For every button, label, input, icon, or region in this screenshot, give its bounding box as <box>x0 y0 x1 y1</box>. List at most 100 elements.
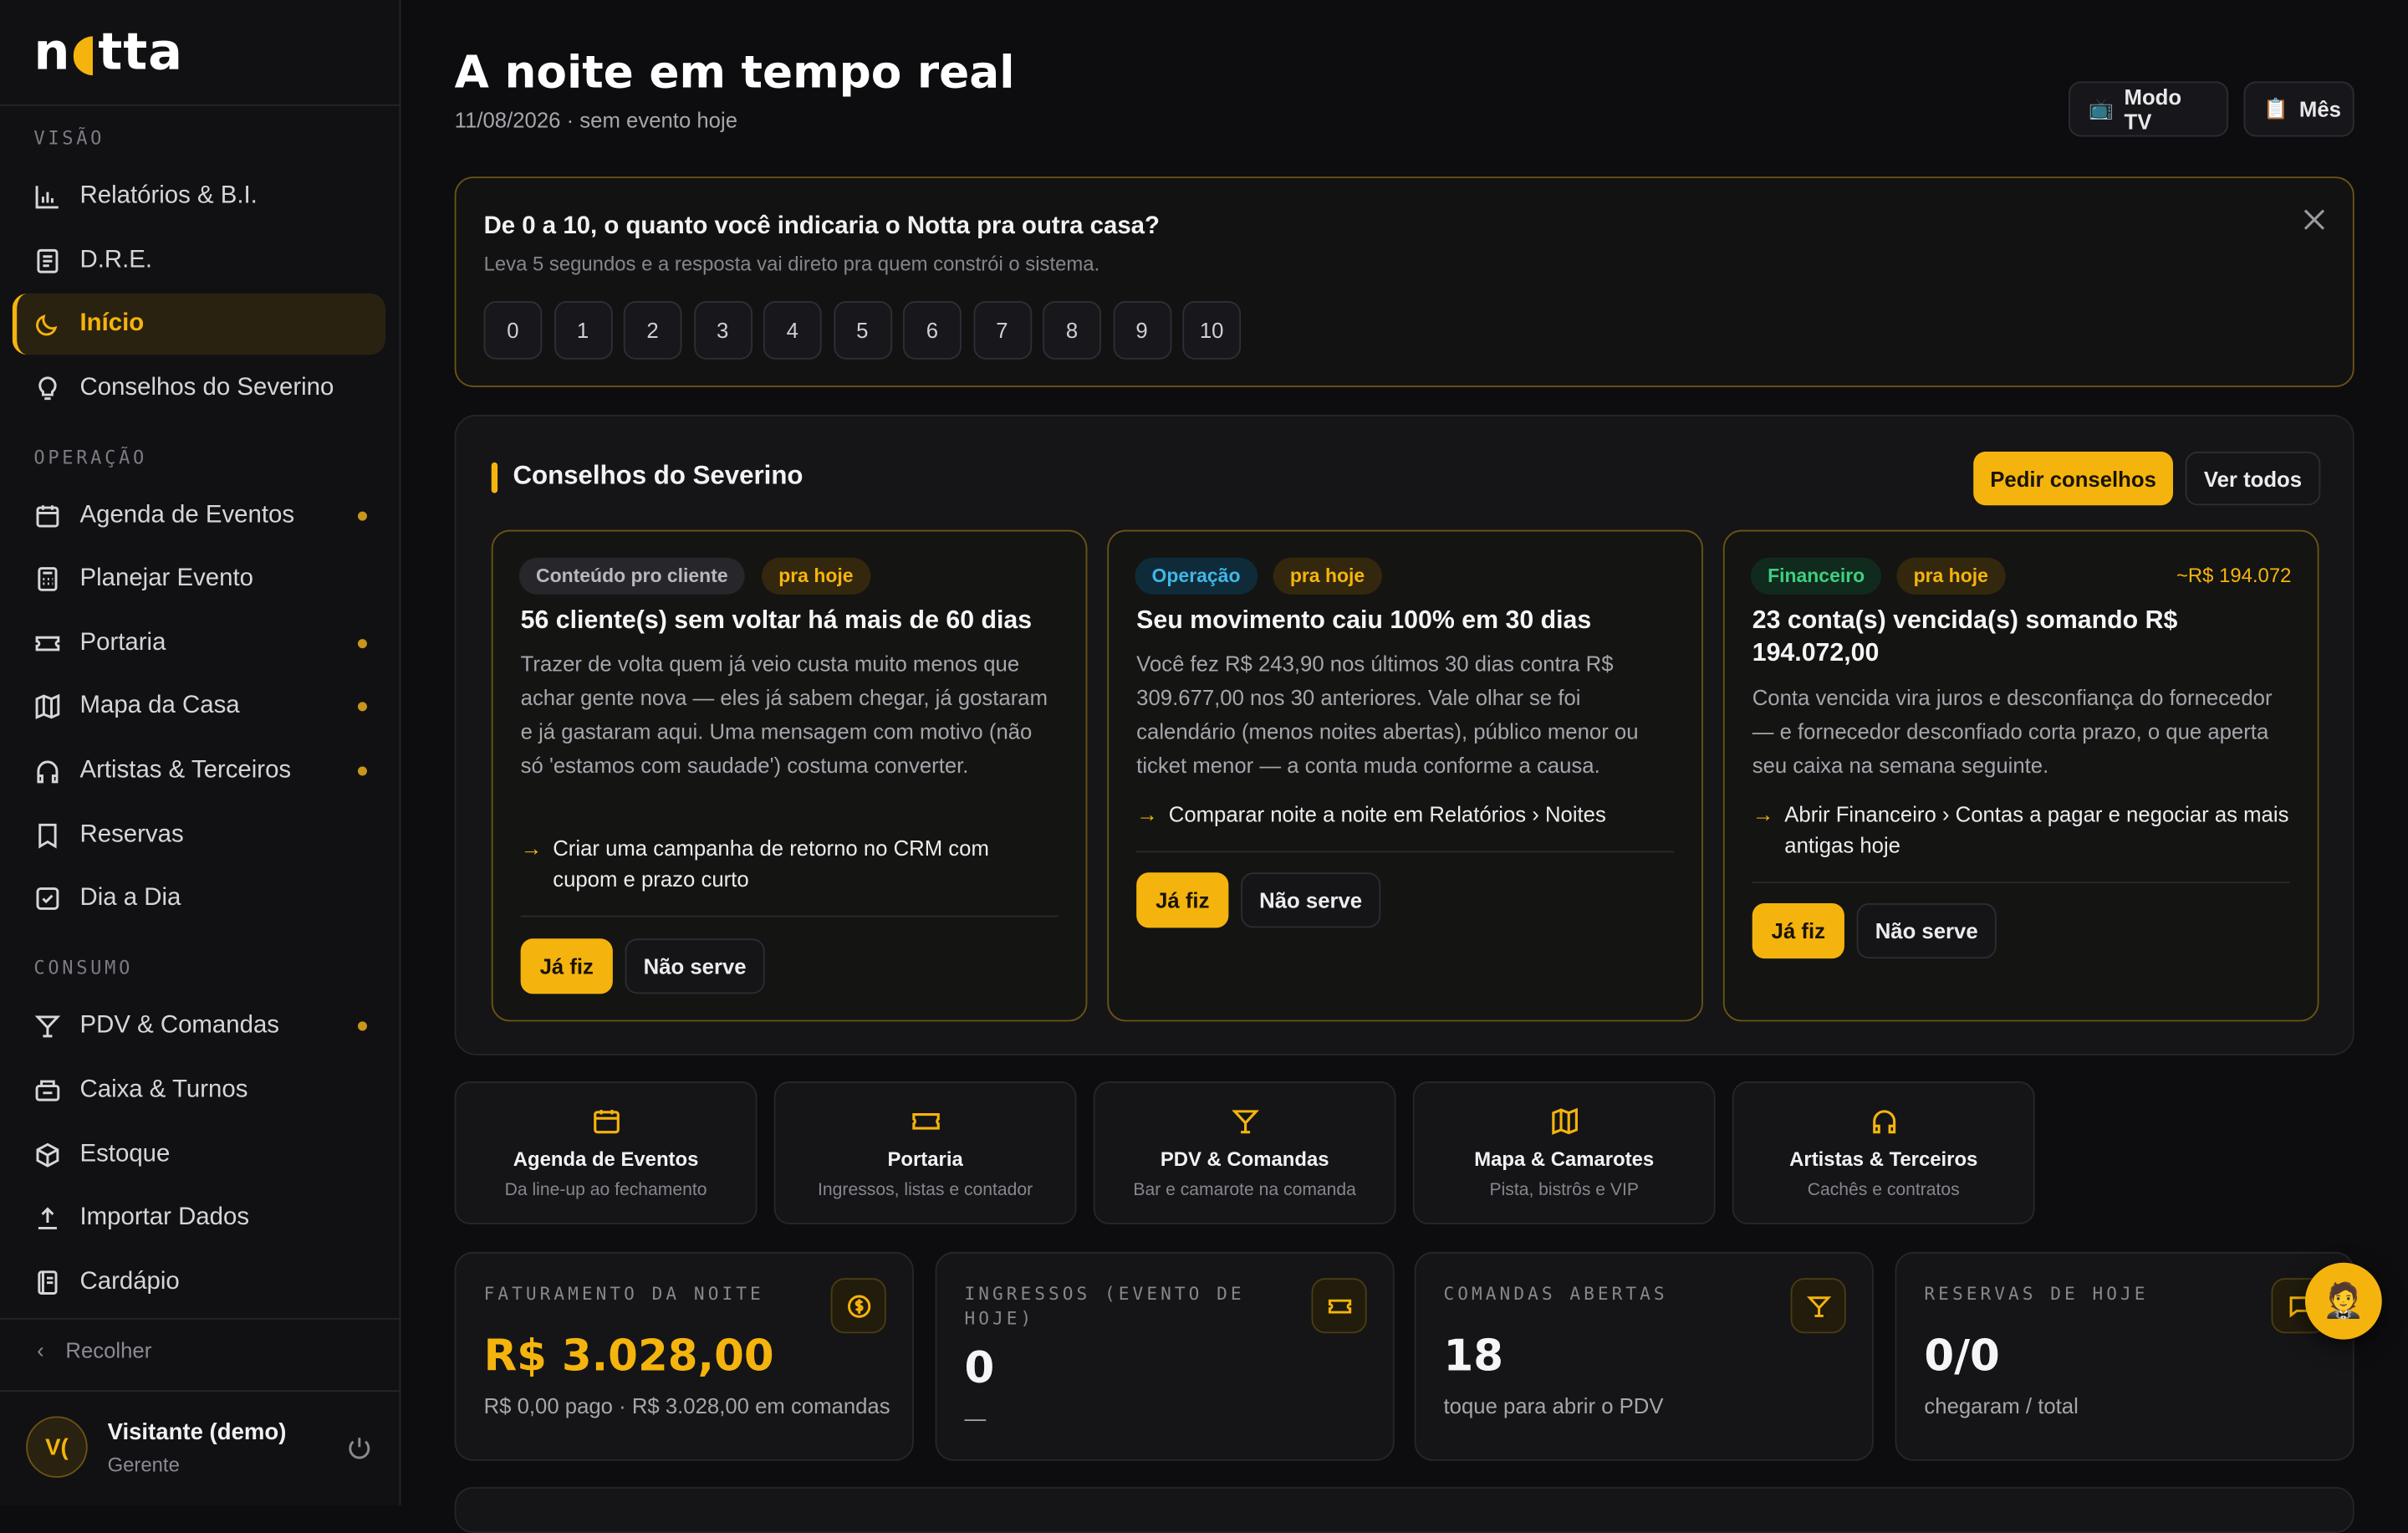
advice-action-text: Abrir Financeiro › Contas a pagar e nego… <box>1784 801 2289 857</box>
sidebar-item-inicio[interactable]: Início <box>12 293 386 355</box>
kpi-card-reservations[interactable]: RESERVAS DE HOJE 0/0 chegaram / total <box>1895 1251 2354 1461</box>
nps-score-button[interactable]: 3 <box>693 300 752 360</box>
accent-bar <box>491 462 498 493</box>
kpi-value: 18 <box>1443 1330 1504 1382</box>
collapse-label: Recolher <box>65 1337 152 1363</box>
done-button[interactable]: Já fiz <box>520 938 613 994</box>
sidebar-item-pdv[interactable]: PDV & Comandas <box>13 995 385 1056</box>
quick-link-portaria[interactable]: Portaria Ingressos, listas e contador <box>773 1081 1077 1224</box>
map-icon <box>33 692 61 720</box>
month-button[interactable]: 📋 Mês <box>2243 81 2354 137</box>
sidebar-item-label: Importar Dados <box>79 1203 250 1231</box>
advice-headline: 23 conta(s) vencida(s) somando R$ 194.07… <box>1752 606 2178 667</box>
kpi-card-revenue[interactable]: FATURAMENTO DA NOITE R$ 3.028,00 R$ 0,00… <box>454 1251 914 1461</box>
notification-dot <box>357 639 367 649</box>
close-icon[interactable] <box>2300 206 2328 233</box>
sidebar-item-dia-a-dia[interactable]: Dia a Dia <box>13 868 385 929</box>
calendar-icon <box>591 1106 622 1137</box>
dismiss-button[interactable]: Não serve <box>1856 902 1997 959</box>
kpi-value: 0/0 <box>1924 1330 2000 1382</box>
quick-link-artistas[interactable]: Artistas & Terceiros Cachês e contratos <box>1732 1081 2035 1224</box>
cocktail-icon <box>1230 1106 1261 1137</box>
kpi-label: INGRESSOS (EVENTO DE HOJE) <box>964 1282 1245 1329</box>
sidebar-item-label: D.R.E. <box>79 247 153 273</box>
nps-score-button[interactable]: 6 <box>902 300 962 360</box>
nps-score-button[interactable]: 4 <box>763 300 822 360</box>
nps-score-button[interactable]: 10 <box>1182 300 1242 360</box>
advice-action[interactable]: → Abrir Financeiro › Contas a pagar e neg… <box>1752 799 2290 860</box>
power-icon[interactable] <box>345 1435 373 1463</box>
sidebar-item-label: PDV & Comandas <box>79 1012 279 1039</box>
divider <box>1136 851 1675 853</box>
ask-advice-button[interactable]: Pedir conselhos <box>1973 451 2173 506</box>
kpi-subtext: R$ 0,00 pago · R$ 3.028,00 em comandas <box>483 1392 890 1418</box>
sidebar-item-importar[interactable]: Importar Dados <box>13 1188 385 1249</box>
done-button[interactable]: Já fiz <box>1136 872 1229 928</box>
nps-score-button[interactable]: 5 <box>833 300 892 360</box>
nps-score-button[interactable]: 7 <box>972 300 1032 360</box>
sidebar-item-label: Início <box>79 310 145 337</box>
kpi-label: COMANDAS ABERTAS <box>1443 1282 1668 1305</box>
chevron-left-icon: ‹ <box>37 1337 44 1363</box>
advice-action[interactable]: → Comparar noite a noite em Relatórios › … <box>1136 799 1674 830</box>
notta-logo[interactable]: n◖tta <box>33 22 183 82</box>
ticket-icon <box>33 630 61 657</box>
quick-link-title: Agenda de Eventos <box>513 1147 699 1171</box>
divider <box>520 915 1059 917</box>
done-button[interactable]: Já fiz <box>1752 902 1844 959</box>
kpi-card-tickets[interactable]: INGRESSOS (EVENTO DE HOJE) 0 — <box>935 1251 1395 1461</box>
sidebar-item-planejar[interactable]: Planejar Evento <box>13 549 385 610</box>
sidebar-item-reservas[interactable]: Reservas <box>13 805 385 866</box>
calendar-icon <box>33 503 61 530</box>
user-name: Visitante (demo) <box>107 1419 287 1446</box>
assistant-button[interactable]: 🤵 <box>2304 1262 2382 1340</box>
sidebar-item-estoque[interactable]: Estoque <box>13 1124 385 1185</box>
sidebar-item-artistas[interactable]: Artistas & Terceiros <box>13 740 385 801</box>
sidebar-item-relatorios[interactable]: Relatórios & B.I. <box>13 166 385 227</box>
nps-score-button[interactable]: 0 <box>483 300 543 360</box>
headphones-icon <box>33 758 61 785</box>
sidebar-item-cardapio[interactable]: Cardápio <box>13 1252 385 1313</box>
quick-link-mapa[interactable]: Mapa & Camarotes Pista, bistrôs e VIP <box>1412 1081 1716 1224</box>
avatar: V( <box>26 1416 88 1478</box>
nps-score-buttons: 0 1 2 3 4 5 6 7 8 9 10 <box>483 300 1242 360</box>
user-profile[interactable]: V( Visitante (demo) Gerente <box>26 1416 379 1480</box>
arrow-right-icon: → <box>1752 801 1774 827</box>
dismiss-button[interactable]: Não serve <box>625 938 765 994</box>
quick-link-title: Portaria <box>887 1147 963 1171</box>
sidebar-item-dre[interactable]: D.R.E. <box>13 231 385 292</box>
collapse-sidebar-button[interactable]: ‹ Recolher <box>37 1338 151 1362</box>
sidebar-item-label: Conselhos do Severino <box>79 375 334 401</box>
kpi-label: FATURAMENTO DA NOITE <box>483 1282 764 1305</box>
nps-score-button[interactable]: 8 <box>1043 300 1101 360</box>
assistant-icon: 🤵 <box>2322 1280 2365 1320</box>
notification-dot <box>357 702 367 712</box>
nps-survey: De 0 a 10, o quanto você indicaria o Not… <box>454 176 2354 387</box>
upload-icon <box>33 1204 61 1232</box>
section-label-operacao: OPERAÇÃO <box>33 447 147 469</box>
nps-score-button[interactable]: 9 <box>1112 300 1171 360</box>
notification-dot <box>357 511 367 521</box>
sidebar-item-agenda[interactable]: Agenda de Eventos <box>13 485 385 546</box>
nps-score-button[interactable]: 1 <box>554 300 612 360</box>
advice-action[interactable]: → Criar uma campanha de retorno no CRM co… <box>521 833 1059 894</box>
cocktail-icon <box>1790 1278 1846 1334</box>
sidebar-item-caixa[interactable]: Caixa & Turnos <box>13 1060 385 1121</box>
quick-link-title: Mapa & Camarotes <box>1474 1147 1655 1171</box>
clipboard-icon: 📋 <box>2263 96 2289 120</box>
notification-dot <box>357 1021 367 1031</box>
kpi-card-open-tabs[interactable]: COMANDAS ABERTAS 18 toque para abrir o P… <box>1414 1251 1874 1461</box>
quick-link-agenda[interactable]: Agenda de Eventos Da line-up ao fechamen… <box>454 1081 758 1224</box>
see-all-button[interactable]: Ver todos <box>2185 451 2321 506</box>
dismiss-button[interactable]: Não serve <box>1241 872 1381 928</box>
quick-link-pdv[interactable]: PDV & Comandas Bar e camarote na comanda <box>1093 1081 1396 1224</box>
tv-mode-button[interactable]: 📺 Modo TV <box>2069 81 2229 137</box>
sidebar-item-mapa[interactable]: Mapa da Casa <box>13 676 385 737</box>
sidebar-item-label: Estoque <box>79 1141 171 1168</box>
nps-score-button[interactable]: 2 <box>623 300 682 360</box>
kpi-subtext: toque para abrir o PDV <box>1443 1392 1664 1418</box>
sidebar-item-conselhos[interactable]: Conselhos do Severino <box>13 358 385 419</box>
divider <box>0 1390 401 1392</box>
sidebar-item-label: Portaria <box>79 630 166 657</box>
sidebar-item-portaria[interactable]: Portaria <box>13 613 385 674</box>
